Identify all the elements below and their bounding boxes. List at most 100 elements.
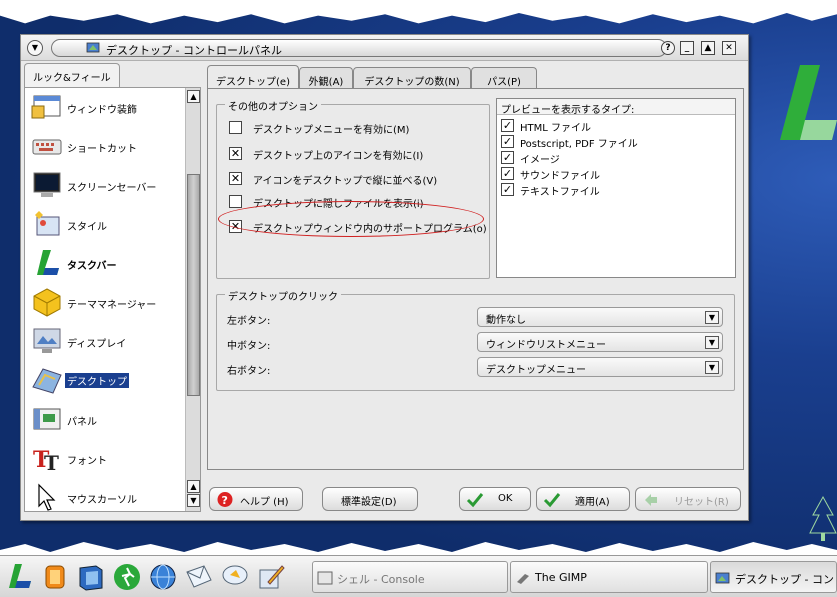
checkbox[interactable] [229, 195, 242, 208]
defaults-button[interactable]: 標準設定(D) [322, 487, 418, 511]
checkbox[interactable]: ✓ [501, 135, 514, 148]
apply-button[interactable]: 適用(A) [536, 487, 630, 511]
help-button[interactable]: ? [661, 41, 675, 55]
checkbox-label: テキストファイル [520, 187, 600, 198]
sidebar-item-theme-manager[interactable]: テーママネージャー [25, 283, 185, 322]
checkbox[interactable]: ✓ [501, 151, 514, 164]
preview-list-header: プレビューを表示するタイプ: [497, 99, 735, 116]
tab-desktop[interactable]: デスクトップ(e) [207, 65, 299, 89]
button-label: 標準設定(D) [341, 497, 397, 508]
sidebar-item-shortcuts[interactable]: ショートカット [25, 127, 185, 166]
window-menu-button[interactable]: ▼ [27, 40, 43, 56]
checkbox-label: HTML ファイル [520, 123, 592, 134]
sidebar-scrollbar[interactable]: ▲ ▲ ▼ [185, 88, 200, 511]
sidebar-item-label: スクリーンセーバー [67, 183, 157, 194]
keyboard-icon [32, 139, 62, 155]
scroll-down-arrow-icon[interactable]: ▼ [187, 494, 200, 507]
sidebar-item-label: ショートカット [67, 144, 137, 155]
style-icon [35, 211, 60, 236]
checkbox[interactable]: ✕ [229, 172, 242, 185]
display-icon [33, 328, 61, 353]
button-label: 適用(A) [575, 497, 610, 508]
task-console[interactable]: シェル - Console [312, 561, 508, 593]
minimize-button[interactable]: _ [680, 41, 694, 55]
scroll-up-arrow-icon[interactable]: ▲ [187, 90, 200, 103]
sidebar-item-mouse-cursor[interactable]: マウスカーソル [25, 478, 185, 517]
checkbox[interactable]: ✓ [501, 167, 514, 180]
sidebar-item-label: テーママネージャー [67, 300, 157, 311]
runner-icon[interactable] [112, 562, 142, 592]
preview-types-list: プレビューを表示するタイプ: ✓ HTML ファイル ✓ Postscript,… [496, 98, 736, 278]
right-button-select[interactable]: デスクトップメニュー ▼ [477, 357, 723, 377]
scroll-up-arrow-icon[interactable]: ▲ [187, 480, 200, 493]
checkbox[interactable]: ✓ [501, 119, 514, 132]
checkbox[interactable]: ✓ [501, 183, 514, 196]
tab-paths[interactable]: パス(P) [471, 67, 537, 89]
button-label: OK [498, 493, 513, 504]
checkbox[interactable]: ✕ [229, 147, 242, 160]
tab-appearance[interactable]: 外観(A) [299, 67, 353, 89]
sidebar-item-label: スタイル [67, 222, 107, 233]
theme-cube-icon [33, 288, 61, 317]
chevron-down-icon[interactable]: ▼ [705, 311, 719, 324]
task-desktop-control-panel[interactable]: デスクトップ - コントロ [710, 561, 837, 593]
scrollbar-thumb[interactable] [187, 174, 200, 396]
svg-text:T: T [44, 451, 59, 473]
sidebar-item-panel[interactable]: パネル [25, 400, 185, 439]
desktop-icon [715, 572, 730, 584]
checkbox-label: デスクトップ上のアイコンを有効に(I) [253, 151, 424, 162]
chevron-down-icon[interactable]: ▼ [705, 336, 719, 349]
edit-icon[interactable] [256, 562, 286, 592]
sidebar-item-taskbar[interactable]: タスクバー [25, 244, 185, 283]
checkbox-label: サウンドファイル [520, 171, 600, 182]
sidebar-item-display[interactable]: ディスプレイ [25, 322, 185, 361]
help-button[interactable]: ? ヘルプ (H) [209, 487, 303, 511]
middle-button-label: 中ボタン: [227, 341, 271, 352]
sidebar-item-fonts[interactable]: T T フォント [25, 439, 185, 478]
globe-icon[interactable] [148, 562, 178, 592]
monitor-icon [33, 172, 61, 197]
sidebar-item-label: パネル [67, 417, 97, 428]
left-button-select[interactable]: 動作なし ▼ [477, 307, 723, 327]
tab-desktop-count[interactable]: デスクトップの数(N) [353, 67, 471, 89]
reset-button[interactable]: リセット(R) [635, 487, 741, 511]
title-bar[interactable]: ▼ デスクトップ - コントロールパネル ? _ ▲ ✕ [21, 35, 748, 61]
sidebar-item-style[interactable]: スタイル [25, 205, 185, 244]
desktop-icon [32, 368, 62, 394]
sidebar-item-desktop[interactable]: デスクトップ [25, 361, 185, 400]
file-manager-icon[interactable] [76, 562, 106, 592]
middle-button-select[interactable]: ウィンドウリストメニュー ▼ [477, 332, 723, 352]
checkbox-label: アイコンをデスクトップで縦に並べる(V) [253, 176, 438, 187]
task-gimp[interactable]: The GIMP [510, 561, 708, 593]
desktop-icon [86, 42, 100, 53]
sidebar-item-label: タスクバー [67, 261, 117, 272]
checkbox-label: Postscript, PDF ファイル [520, 139, 638, 150]
lifebuoy-icon[interactable] [40, 562, 70, 592]
checkmark-icon [543, 493, 561, 508]
help-icon: ? [217, 492, 233, 507]
chat-icon[interactable] [220, 562, 250, 592]
task-label: The GIMP [535, 571, 587, 584]
sidebar-tab-look-and-feel[interactable]: ルック&フィール [24, 63, 120, 87]
chevron-down-icon[interactable]: ▼ [705, 361, 719, 374]
group-title: その他のオプション [225, 98, 321, 113]
svg-text:?: ? [222, 494, 228, 507]
taskbar: シェル - Console The GIMP デスクトップ - コントロ [0, 555, 837, 597]
sidebar-item-label: マウスカーソル [67, 495, 137, 506]
sidebar-item-screensaver[interactable]: スクリーンセーバー [25, 166, 185, 205]
ok-button[interactable]: OK [459, 487, 531, 511]
start-menu-icon[interactable] [4, 562, 34, 592]
close-button[interactable]: ✕ [722, 41, 736, 55]
mail-icon[interactable] [184, 562, 214, 592]
title-pill: デスクトップ - コントロールパネル [51, 39, 667, 57]
checkmark-icon [466, 493, 484, 508]
sidebar-item-window-decoration[interactable]: ウィンドウ装飾 [25, 88, 185, 127]
checkbox[interactable] [229, 121, 242, 134]
gimp-icon [517, 574, 529, 584]
button-label: リセット(R) [674, 497, 729, 508]
mouse-cursor-icon [38, 483, 56, 511]
select-value: ウィンドウリストメニュー [486, 340, 606, 351]
select-value: 動作なし [486, 315, 526, 326]
other-options-group: その他のオプション デスクトップメニューを有効に(M) ✕ デスクトップ上のアイ… [216, 98, 490, 279]
maximize-button[interactable]: ▲ [701, 41, 715, 55]
